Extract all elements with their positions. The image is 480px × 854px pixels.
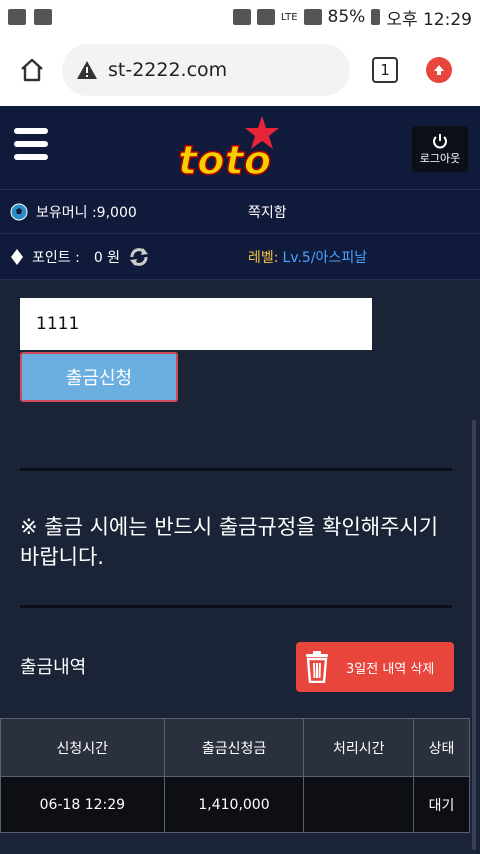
delete-history-label: 3일전 내역 삭제 <box>346 661 435 677</box>
user-info-row-1: 보유머니 :9,000 쪽지함 <box>0 190 480 234</box>
site-header: toto 로그아웃 <box>0 106 480 190</box>
message-notification-icon <box>34 9 52 25</box>
user-info-row-2: 포인트 : 0 원 레벨: Lv.5/아스피날 <box>0 234 480 280</box>
messages-link[interactable]: 쪽지함 <box>248 202 287 222</box>
menu-button[interactable] <box>14 128 48 167</box>
soccer-ball-icon <box>10 203 28 220</box>
battery-icon <box>371 9 381 25</box>
column-header: 처리시간 <box>303 718 415 777</box>
column-header: 출금신청금 <box>163 718 305 777</box>
points-label: 포인트 : <box>32 249 80 266</box>
home-icon <box>21 58 43 82</box>
divider <box>20 468 452 471</box>
network-type: LTE <box>280 11 298 23</box>
level-label: 레벨: <box>248 249 279 266</box>
money-label: 보유머니 :9,000 <box>36 204 137 221</box>
gallery-notification-icon <box>8 9 26 25</box>
url-text: st-2222.com <box>108 59 228 81</box>
battery-percent: 85% <box>327 7 366 27</box>
power-icon <box>433 134 447 149</box>
column-header: 신청시간 <box>0 718 165 777</box>
refresh-icon[interactable] <box>128 246 150 268</box>
logout-label: 로그아웃 <box>419 152 461 165</box>
mute-icon <box>256 9 275 25</box>
request-time-cell: 06-18 12:29 <box>0 776 165 833</box>
status-bar: LTE 85% 오후 12:29 <box>0 0 480 34</box>
column-header: 상태 <box>413 718 470 777</box>
table-header-row: 신청시간 출금신청금 처리시간 상태 <box>0 718 470 777</box>
points-value: 0 원 <box>93 249 121 266</box>
signal-icon <box>303 9 322 25</box>
arrow-up-icon <box>434 65 444 75</box>
clock: 오후 12:29 <box>386 9 472 30</box>
withdraw-history-table: 신청시간 출금신청금 처리시간 상태 06-18 12:29 1,410,000… <box>0 718 470 833</box>
amount-cell: 1,410,000 <box>163 776 305 833</box>
table-row: 06-18 12:29 1,410,000 대기 <box>0 776 470 833</box>
menu-icon-bar <box>14 141 48 147</box>
home-button[interactable] <box>12 50 52 90</box>
logout-button[interactable]: 로그아웃 <box>412 126 468 172</box>
delete-history-button[interactable]: 3일전 내역 삭제 <box>296 642 454 692</box>
withdraw-submit-button[interactable]: 출금신청 <box>20 352 178 402</box>
address-bar[interactable]: st-2222.com <box>62 44 350 96</box>
update-button[interactable] <box>426 57 452 83</box>
not-secure-warning-icon <box>77 61 97 79</box>
browser-toolbar: st-2222.com 1 <box>0 34 480 106</box>
tab-count: 1 <box>380 61 390 79</box>
divider <box>20 605 452 608</box>
site-logo[interactable]: toto <box>176 112 286 186</box>
withdraw-page: 출금신청 ※ 출금 시에는 반드시 출금규정을 확인해주시기 바랍니다. 출금내… <box>0 280 480 854</box>
status-cell: 대기 <box>413 776 470 833</box>
page-scrollbar[interactable] <box>472 420 476 850</box>
menu-icon-bar <box>14 154 48 160</box>
withdraw-notice: ※ 출금 시에는 반드시 출금규정을 확인해주시기 바랍니다. <box>20 515 439 569</box>
logo-text: toto <box>178 138 271 184</box>
alarm-icon <box>232 9 251 25</box>
tab-switcher-button[interactable]: 1 <box>372 57 398 83</box>
withdraw-amount-input[interactable] <box>20 298 372 350</box>
trash-icon <box>306 651 328 683</box>
history-title: 출금내역 <box>20 657 87 678</box>
level-value: Lv.5/아스피날 <box>282 249 368 266</box>
diamond-icon <box>11 248 23 265</box>
menu-icon-bar <box>14 128 48 134</box>
processed-time-cell <box>303 776 415 833</box>
